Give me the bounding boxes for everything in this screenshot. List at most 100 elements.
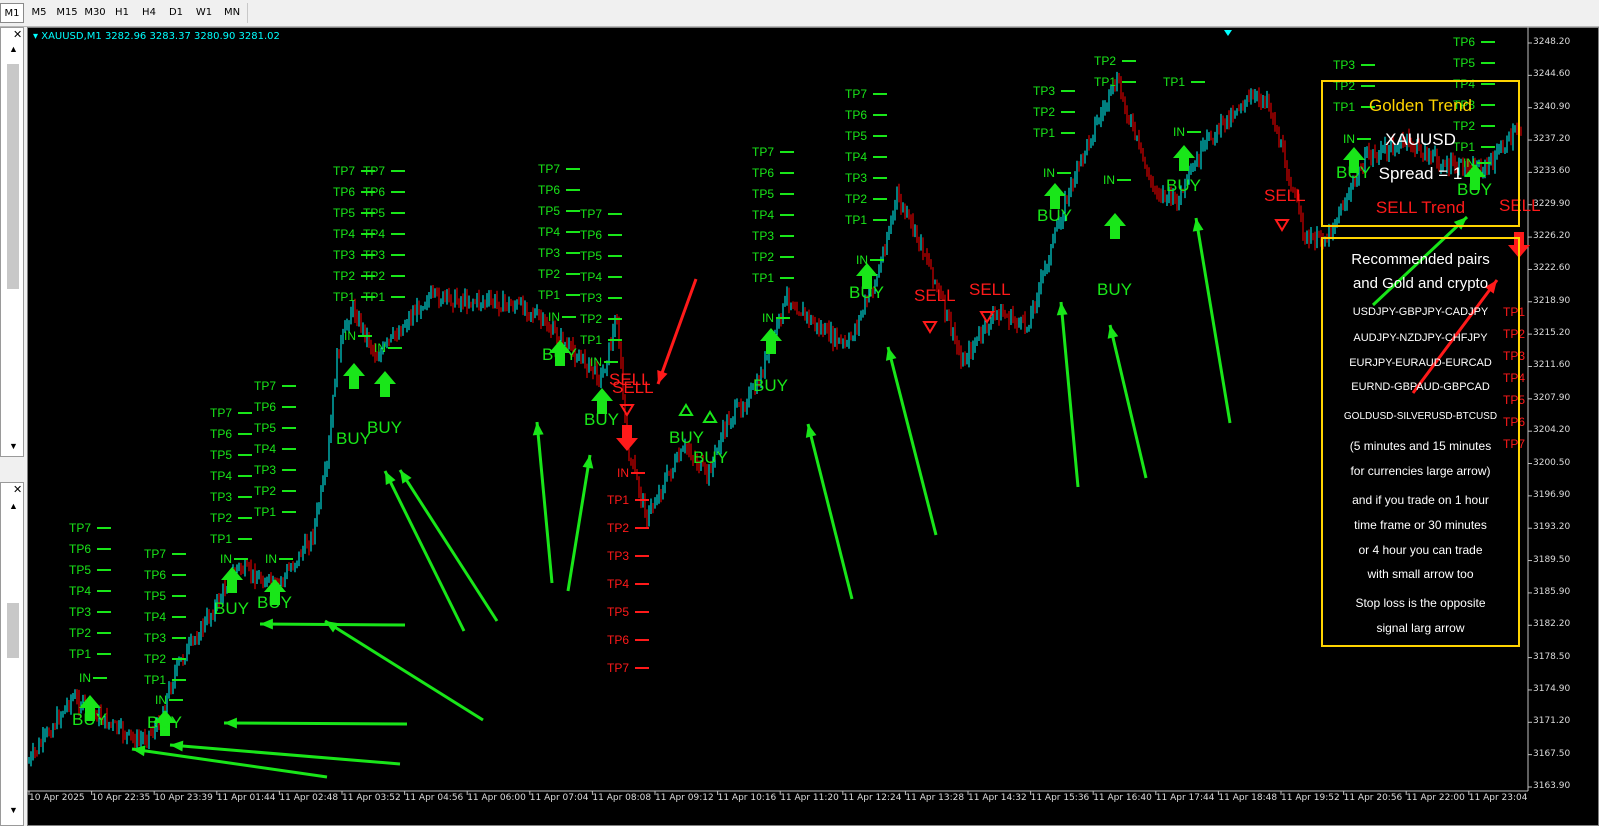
tp-label: TP4 (752, 208, 775, 222)
time-tick-label: 11 Apr 13:28 (905, 793, 965, 803)
tp-label: TP4 (538, 225, 561, 239)
tp-label: TP7 (144, 547, 167, 561)
buy-label: BUY (214, 599, 249, 618)
teaching-arrow-icon (806, 423, 854, 600)
price-tick-label: 3218.90 (1533, 295, 1571, 306)
entry-label: IN (155, 693, 167, 707)
entry-label: IN (265, 552, 277, 566)
tp-label: TP1 (752, 271, 775, 285)
time-tick-label: 11 Apr 06:00 (467, 793, 526, 803)
tp-label: TP7 (752, 145, 775, 159)
tp-label: TP5 (1453, 56, 1476, 70)
panel-title: Golden Trend (1368, 96, 1472, 115)
chart-shift-icon (1224, 30, 1232, 36)
teaching-arrow-icon (582, 455, 594, 469)
time-tick-label: 11 Apr 14:32 (968, 793, 1027, 803)
timeframe-m5-button[interactable]: M5 (27, 3, 51, 23)
price-tick-label: 3204.20 (1533, 425, 1571, 436)
tp-label: TP2 (254, 484, 277, 498)
teaching-arrow-icon (535, 421, 554, 584)
tp-label: TP7 (580, 207, 603, 221)
tp-label: TP1 (1033, 126, 1056, 140)
teaching-arrow-icon (132, 745, 146, 757)
time-tick-label: 11 Apr 01:44 (216, 793, 276, 803)
timeframe-m15-button[interactable]: M15 (54, 3, 80, 23)
price-tick-label: 3182.20 (1533, 619, 1571, 630)
buy-label: BUY (693, 448, 728, 467)
tp-label: TP7 (333, 164, 356, 178)
tp-label: TP2 (538, 267, 561, 281)
pairs-line: GOLDUSD-SILVERUSD-BTCUSD (1343, 411, 1498, 422)
timeframe-toolbar: M1 M5 M15 M30 H1 H4 D1 W1 MN (0, 0, 1599, 27)
price-tick-label: 3185.90 (1533, 586, 1571, 597)
time-tick-label: 11 Apr 11:20 (780, 793, 839, 803)
timeframe-m30-button[interactable]: M30 (82, 3, 108, 23)
entry-label: IN (1173, 125, 1185, 139)
entry-label: IN (344, 329, 356, 343)
tp-label: TP3 (607, 549, 630, 563)
tp-label: TP5 (210, 448, 233, 462)
entry-label: IN (856, 253, 868, 267)
panel-symbol: XAUUSD (1385, 130, 1456, 149)
price-tick-label: 3178.50 (1533, 651, 1571, 662)
timeframe-h4-button[interactable]: H4 (137, 3, 161, 23)
tp-label: TP3 (144, 631, 167, 645)
teaching-arrow-icon (1194, 217, 1232, 424)
tp-label: TP1 (210, 532, 233, 546)
sell-label: SELL (1264, 186, 1306, 205)
timeframe-w1-button[interactable]: W1 (192, 3, 216, 23)
scroll-up-icon[interactable]: ▲ (9, 501, 18, 511)
tp-label: TP4 (580, 270, 603, 284)
close-icon[interactable]: ✕ (13, 483, 22, 496)
scroll-up-icon[interactable]: ▲ (9, 44, 18, 54)
tp-label: TP5 (538, 204, 561, 218)
tp-label: TP1 (363, 290, 386, 304)
tp-label: TP7 (254, 379, 277, 393)
entry-label: IN (374, 341, 386, 355)
price-tick-label: 3200.50 (1533, 457, 1571, 468)
tp-label: TP2 (607, 521, 630, 535)
timeframe-mn-button[interactable]: MN (219, 3, 245, 23)
timeframe-m1-button[interactable]: M1 (0, 3, 24, 23)
tp-label: TP5 (254, 421, 277, 435)
entry-label: IN (590, 355, 602, 369)
note-line: for currencies large arrow) (1350, 464, 1491, 478)
scroll-down-icon[interactable]: ▼ (9, 805, 18, 815)
teaching-arrow-icon (886, 346, 938, 536)
buy-label: BUY (336, 429, 371, 448)
teaching-arrow-icon (566, 454, 592, 592)
sell-arrow-icon (616, 425, 638, 451)
buy-label: BUY (367, 418, 402, 437)
scroll-down-icon[interactable]: ▼ (9, 441, 18, 451)
tp-label: TP6 (1453, 35, 1476, 49)
tp-label: TP6 (69, 542, 92, 556)
teaching-arrow-icon (1192, 218, 1204, 232)
buy-arrow-icon (343, 363, 365, 389)
timeframe-h1-button[interactable]: H1 (110, 3, 134, 23)
time-tick-label: 11 Apr 17:44 (1155, 793, 1215, 803)
scrollbar-thumb[interactable] (7, 64, 19, 289)
navigator-bottom-pane: ✕ ▲ ▼ (0, 482, 24, 826)
tp-label: TP4 (144, 610, 167, 624)
panel-trend: SELL Trend (1375, 198, 1466, 217)
buy-label: BUY (1097, 280, 1132, 299)
timeframe-d1-button[interactable]: D1 (164, 3, 188, 23)
note-line: (5 minutes and 15 minutes (1349, 439, 1492, 453)
tp-label: TP5 (144, 589, 167, 603)
time-tick-label: 11 Apr 02:48 (279, 793, 339, 803)
teaching-arrow-icon (223, 721, 408, 726)
close-icon[interactable]: ✕ (13, 28, 22, 41)
price-chart[interactable]: ▾ XAUUSD,M1 3282.96 3283.37 3280.90 3281… (27, 27, 1599, 826)
buy-label: BUY (753, 376, 788, 395)
scrollbar-thumb[interactable] (7, 603, 19, 658)
time-tick-label: 11 Apr 07:04 (529, 793, 589, 803)
entry-label: IN (617, 466, 629, 480)
tp-label: TP3 (752, 229, 775, 243)
price-tick-label: 3226.20 (1533, 231, 1571, 242)
tp-label: TP3 (1333, 58, 1356, 72)
collapse-triangle-icon[interactable]: ▾ (33, 31, 38, 42)
tp-label: TP4 (363, 227, 386, 241)
teaching-arrow-icon (224, 717, 237, 729)
tp-label: TP2 (752, 250, 775, 264)
price-tick-label: 3163.90 (1533, 781, 1571, 791)
